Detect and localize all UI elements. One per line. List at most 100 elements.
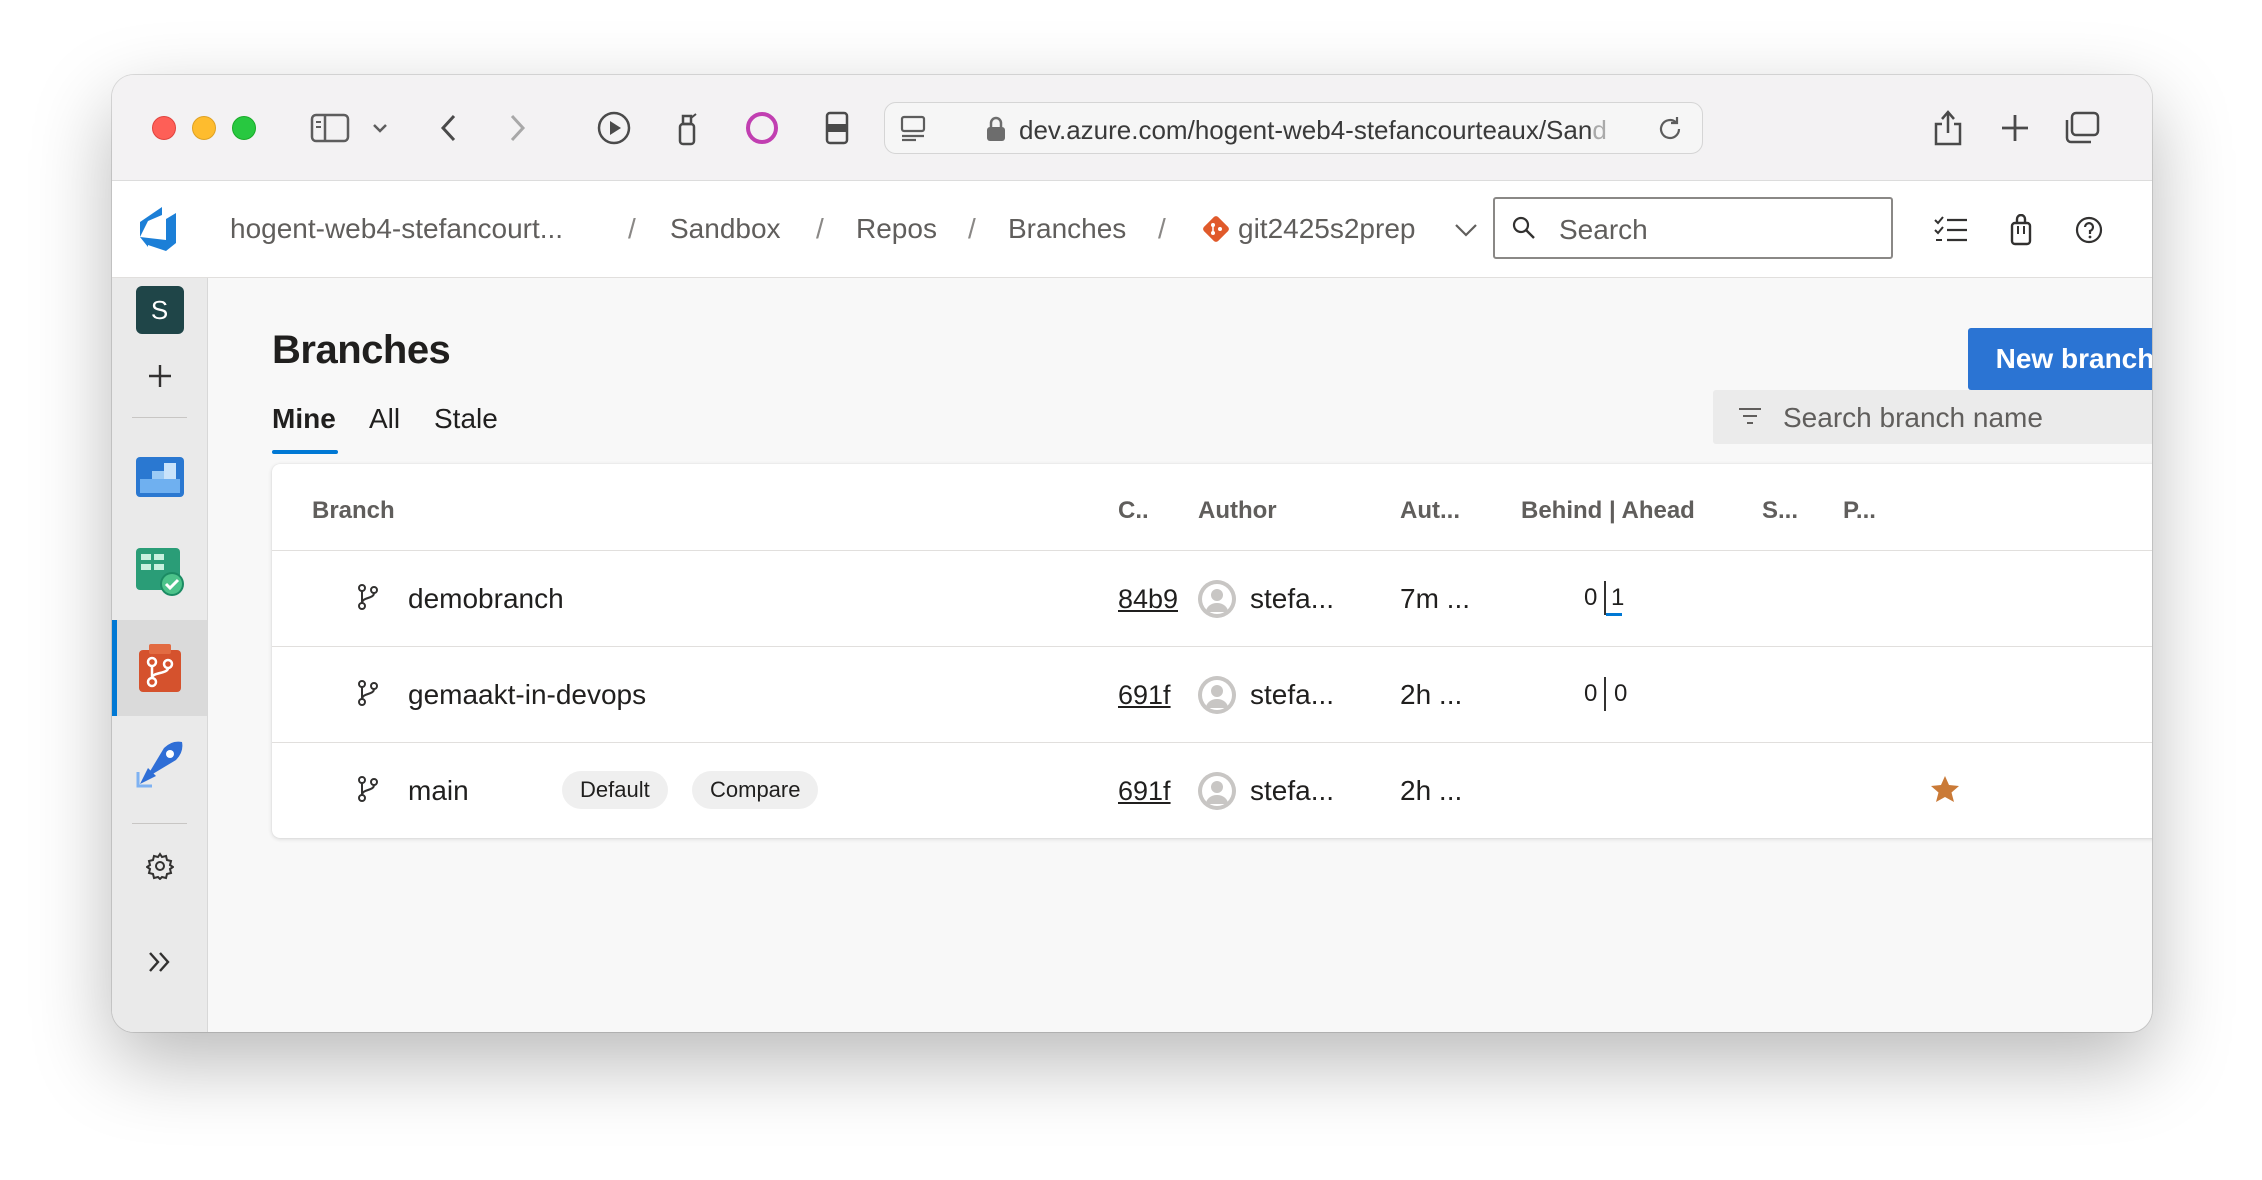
nav-divider xyxy=(132,823,187,824)
table-row[interactable]: main Default Compare 691f stefa... 2h ..… xyxy=(272,742,2152,838)
minimize-window-button[interactable] xyxy=(192,116,216,140)
browser-toolbar: dev.azure.com/hogent-web4-stefancourteau… xyxy=(112,75,2152,181)
spray-extension-icon[interactable] xyxy=(672,109,702,147)
commit-link[interactable]: 84b9 xyxy=(1118,584,1178,615)
table-row[interactable]: demobranch 84b9 stefa... 7m ... 0 1 xyxy=(272,550,2152,647)
column-header-status[interactable]: S... xyxy=(1762,497,1798,525)
page-title: Branches xyxy=(272,328,451,372)
authored-time: 2h ... xyxy=(1400,679,1463,710)
authored-time: 2h ... xyxy=(1400,775,1463,806)
breadcrumb-repos[interactable]: Repos xyxy=(856,213,937,245)
branches-table: Branch C.. Author Aut... Behind | Ahead … xyxy=(272,464,2152,838)
url-text: dev.azure.com/hogent-web4-stefancourteau… xyxy=(1019,115,1607,145)
behind-count: 0 xyxy=(1584,584,1598,611)
tab-overview-icon[interactable] xyxy=(2062,109,2102,147)
pipelines-icon[interactable] xyxy=(112,716,207,812)
branch-icon xyxy=(356,583,380,616)
back-icon[interactable] xyxy=(434,109,464,147)
repos-icon[interactable] xyxy=(112,620,207,716)
marketplace-bag-icon[interactable] xyxy=(2002,211,2040,249)
branch-name[interactable]: demobranch xyxy=(408,583,564,615)
new-branch-button[interactable]: New branch xyxy=(1968,328,2152,390)
boards-icon[interactable] xyxy=(112,524,207,620)
column-header-pull-request[interactable]: P... xyxy=(1843,497,1876,525)
avatar xyxy=(1198,676,1236,714)
table-row[interactable]: gemaakt-in-devops 691f stefa... 2h ... 0… xyxy=(272,646,2152,743)
column-header-author[interactable]: Author xyxy=(1198,497,1277,525)
column-header-commit[interactable]: C.. xyxy=(1118,497,1149,525)
breadcrumb-separator: / xyxy=(968,213,976,244)
tab-mine[interactable]: Mine xyxy=(272,403,336,435)
address-bar[interactable]: dev.azure.com/hogent-web4-stefancourteau… xyxy=(884,102,1703,154)
main-content: Branches New branch Mine All Stale Searc… xyxy=(208,278,2152,1032)
search-icon xyxy=(1511,215,1537,246)
lock-icon xyxy=(985,115,1007,148)
breadcrumb-organization[interactable]: hogent-web4-stefancourt... xyxy=(230,213,563,245)
add-icon[interactable] xyxy=(112,344,207,408)
branch-name[interactable]: main xyxy=(408,775,469,807)
expand-nav-icon[interactable] xyxy=(112,930,207,994)
work-items-list-icon[interactable] xyxy=(1932,211,1970,249)
left-nav: S xyxy=(112,278,208,1032)
page-menu-icon[interactable] xyxy=(899,113,929,148)
author-name: stefa... xyxy=(1250,583,1335,614)
reload-icon[interactable] xyxy=(1655,114,1685,149)
azure-devops-logo-icon[interactable] xyxy=(136,205,184,258)
close-window-button[interactable] xyxy=(152,116,176,140)
browser-window: dev.azure.com/hogent-web4-stefancourteau… xyxy=(112,75,2152,1032)
selected-tab-indicator xyxy=(272,450,338,454)
ahead-bar xyxy=(1606,613,1622,616)
behind-count: 0 xyxy=(1584,680,1598,707)
git-repo-icon xyxy=(1202,215,1230,248)
share-icon[interactable] xyxy=(1928,109,1968,147)
breadcrumb-separator: / xyxy=(1158,213,1166,244)
new-tab-icon[interactable] xyxy=(1997,109,2033,147)
breadcrumb-branches[interactable]: Branches xyxy=(1008,213,1126,245)
forward-icon[interactable] xyxy=(502,109,532,147)
branch-icon xyxy=(356,679,380,712)
branch-search-placeholder: Search branch name xyxy=(1783,402,2043,433)
column-header-branch[interactable]: Branch xyxy=(312,497,395,525)
breadcrumb-separator: / xyxy=(816,213,824,244)
column-header-behind-ahead[interactable]: Behind | Ahead xyxy=(1521,497,1695,525)
overview-icon[interactable] xyxy=(112,428,207,524)
search-placeholder: Search xyxy=(1559,214,1648,245)
zoom-window-button[interactable] xyxy=(232,116,256,140)
settings-gear-icon[interactable] xyxy=(112,834,207,898)
avatar xyxy=(1198,580,1236,618)
column-header-authored-date[interactable]: Aut... xyxy=(1400,497,1460,525)
authored-time: 7m ... xyxy=(1400,583,1471,614)
default-badge: Default xyxy=(562,771,668,809)
breadcrumb-separator: / xyxy=(628,213,636,244)
filter-icon xyxy=(1737,404,1763,433)
ahead-count: 1 xyxy=(1611,584,1625,611)
branch-name[interactable]: gemaakt-in-devops xyxy=(408,679,646,711)
avatar xyxy=(1198,772,1236,810)
commit-link[interactable]: 691f xyxy=(1118,680,1178,711)
devops-header: hogent-web4-stefancourt... / Sandbox / R… xyxy=(112,181,2152,278)
project-initial: S xyxy=(135,286,184,334)
chevron-down-icon[interactable] xyxy=(370,109,390,147)
search-input[interactable]: Search xyxy=(1493,197,1893,259)
help-icon[interactable] xyxy=(2070,211,2108,249)
project-avatar[interactable]: S xyxy=(112,278,207,342)
breadcrumb-project[interactable]: Sandbox xyxy=(670,213,781,245)
tab-all[interactable]: All xyxy=(369,403,400,435)
ahead-count: 0 xyxy=(1614,680,1628,707)
jar-extension-icon[interactable] xyxy=(820,109,854,147)
circle-extension-icon[interactable] xyxy=(742,109,782,147)
behind-ahead-divider xyxy=(1604,677,1606,711)
branch-search-input[interactable]: Search branch name xyxy=(1713,390,2152,444)
tab-stale[interactable]: Stale xyxy=(434,403,498,435)
compare-badge[interactable]: Compare xyxy=(692,771,819,809)
author-name: stefa... xyxy=(1250,775,1335,806)
commit-link[interactable]: 691f xyxy=(1118,776,1178,807)
behind-ahead-divider xyxy=(1604,581,1606,615)
repo-selector[interactable]: git2425s2prep xyxy=(1238,213,1415,245)
branch-icon xyxy=(356,775,380,808)
favorite-star-icon[interactable] xyxy=(1930,774,1960,809)
nav-divider xyxy=(132,417,187,418)
sidebar-toggle-icon[interactable] xyxy=(308,109,352,147)
play-extension-icon[interactable] xyxy=(594,109,634,147)
chevron-down-icon[interactable] xyxy=(1454,223,1478,242)
